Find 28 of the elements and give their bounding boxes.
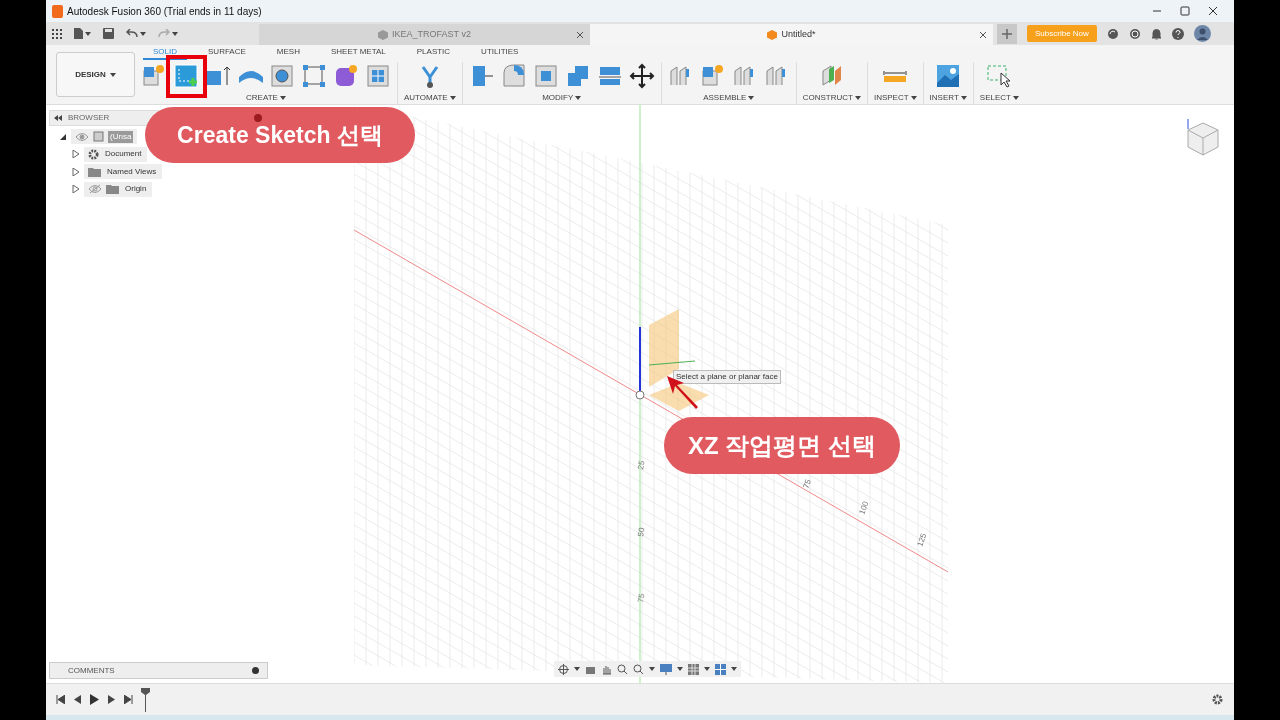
tool-group-label[interactable]: ASSEMBLE	[703, 92, 755, 104]
workspace-dropdown[interactable]: DESIGN	[56, 52, 135, 97]
tooltip: Select a plane or planar face	[673, 370, 781, 384]
window-title: Autodesk Fusion 360 (Trial ends in 11 days)	[67, 4, 262, 19]
axis-label: 25	[636, 460, 647, 471]
axis-label: 125	[915, 532, 929, 548]
tool-group-label[interactable]: INSPECT	[873, 92, 917, 104]
toolbar-tab[interactable]: SOLID	[143, 46, 187, 60]
axis-label: 50	[636, 527, 647, 538]
toolbar-tab[interactable]: SURFACE	[198, 46, 256, 60]
tool-group-label[interactable]: CONSTRUCT	[802, 92, 861, 104]
panel-title: COMMENTS	[68, 664, 115, 677]
toolbar-tab[interactable]: MESH	[266, 46, 310, 60]
toolbar-tab[interactable]: SHEET METAL	[320, 46, 396, 60]
tool-group-label[interactable]: CREATE	[246, 92, 286, 104]
axis-label: 100	[857, 500, 871, 516]
document-tab[interactable]: Untitled*	[590, 24, 993, 45]
toolbar-tab[interactable]: UTILITIES	[471, 46, 529, 60]
tool-group-label[interactable]: INSERT	[929, 92, 967, 104]
tool-group-label[interactable]: AUTOMATE	[404, 92, 456, 104]
panel-title: BROWSER	[68, 112, 110, 124]
tool-group-label[interactable]: SELECT	[979, 92, 1019, 104]
annotation-callout: XZ 작업평면 선택	[664, 417, 900, 474]
tool-group-label[interactable]: MODIFY	[542, 92, 582, 104]
annotation-callout: Create Sketch 선택	[145, 107, 415, 163]
axis-label: 75	[636, 593, 647, 604]
toolbar-tab[interactable]: PLASTIC	[406, 46, 461, 60]
axis-label: 75	[801, 478, 813, 490]
